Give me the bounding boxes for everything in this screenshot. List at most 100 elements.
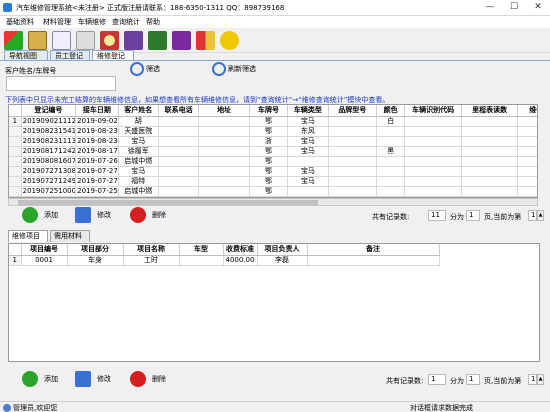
users-icon[interactable] [4, 31, 23, 50]
column-header[interactable]: 地址 [198, 105, 250, 117]
table-cell[interactable]: 车身 [67, 255, 124, 266]
table-cell[interactable] [461, 166, 519, 177]
table-cell[interactable] [376, 136, 406, 147]
column-header[interactable]: 项目负责人 [257, 244, 308, 256]
row-indicator[interactable] [9, 166, 22, 177]
table-cell[interactable] [287, 156, 329, 167]
row-indicator[interactable] [9, 146, 22, 157]
tab-required-materials[interactable]: 需用材料 [50, 230, 90, 242]
table-cell[interactable] [404, 176, 462, 187]
table-cell[interactable]: 2019-08-23 [75, 136, 119, 147]
tab-repair-items[interactable]: 维修项目 [8, 230, 48, 242]
table-cell[interactable] [179, 255, 224, 266]
edit-button[interactable]: 修改 [75, 207, 111, 223]
table-cell[interactable]: 4000.00 [223, 255, 258, 266]
row-indicator[interactable]: 1 [9, 116, 22, 127]
table-cell[interactable]: 2019-07-25 [75, 186, 119, 197]
table-cell[interactable]: 徐履军 [118, 146, 159, 157]
table-cell[interactable] [461, 136, 519, 147]
table-cell[interactable] [198, 146, 250, 157]
table-row[interactable]: 2019082311133052019-08-23宝马浙宝马 [9, 136, 537, 147]
scrollbar-thumb[interactable] [18, 200, 318, 205]
table-cell[interactable] [198, 156, 250, 167]
table-cell[interactable]: 2019-07-26 [75, 156, 119, 167]
table-cell[interactable] [376, 186, 406, 197]
notebook-icon[interactable] [28, 31, 47, 50]
table-cell[interactable] [517, 186, 537, 197]
table-cell[interactable]: 宝马 [287, 116, 329, 127]
sub-page-spinner[interactable]: ▲ [537, 374, 544, 385]
table-cell[interactable]: 宝马 [287, 136, 329, 147]
table-cell[interactable] [198, 166, 250, 177]
row-indicator[interactable] [9, 136, 22, 147]
column-header[interactable]: 车型 [179, 244, 224, 256]
table-cell[interactable]: 201908231113305 [21, 136, 77, 147]
table-cell[interactable]: 201907251000640 [21, 186, 77, 197]
column-header[interactable]: 车辆识别代码 [404, 105, 462, 117]
horizontal-scrollbar[interactable] [8, 198, 538, 206]
table-cell[interactable]: 黑 [376, 146, 406, 157]
delete-item-button[interactable]: 删除 [130, 371, 166, 387]
column-header[interactable]: 颜色 [376, 105, 406, 117]
table-cell[interactable] [517, 116, 537, 127]
table-cell[interactable] [461, 126, 519, 137]
table-cell[interactable] [404, 126, 462, 137]
table-cell[interactable]: 2019-08-17 [75, 146, 119, 157]
column-header[interactable]: 联系电话 [158, 105, 200, 117]
table-cell[interactable] [517, 146, 537, 157]
table-cell[interactable]: 2019-08-23 [75, 126, 119, 137]
table-row[interactable]: 2019072510006402019-07-25启城中燃 鄂 [9, 186, 537, 197]
table-cell[interactable]: 东风 [287, 126, 329, 137]
table-cell[interactable]: 201908231541187 [21, 126, 77, 137]
calculator-icon[interactable] [148, 31, 167, 50]
table-cell[interactable]: 201909021112742 [21, 116, 77, 127]
table-cell[interactable] [158, 166, 200, 177]
table-cell[interactable]: 浙 [249, 136, 289, 147]
table-cell[interactable] [404, 116, 462, 127]
add-item-button[interactable]: 添加 [22, 371, 58, 387]
column-header[interactable]: 车辆类型 [287, 105, 329, 117]
table-cell[interactable] [328, 116, 378, 127]
vehicle-icon[interactable] [76, 31, 95, 50]
row-indicator[interactable] [9, 186, 22, 197]
row-indicator[interactable] [9, 156, 22, 167]
row-indicator[interactable]: 1 [9, 255, 22, 266]
table-cell[interactable] [328, 166, 378, 177]
table-cell[interactable] [404, 136, 462, 147]
table-cell[interactable]: 鄂 [249, 116, 289, 127]
table-cell[interactable]: 李磊 [257, 255, 308, 266]
table-cell[interactable] [461, 146, 519, 157]
column-header[interactable] [9, 105, 22, 117]
table-cell[interactable]: 天盛医院 [118, 126, 159, 137]
table-cell[interactable]: 启城中燃 [118, 186, 159, 197]
table-row[interactable]: 1 0001 车身 工时 4000.00 李磊 [9, 255, 440, 266]
table-cell[interactable] [404, 166, 462, 177]
table-cell[interactable]: 宝马 [287, 176, 329, 187]
table-cell[interactable] [461, 156, 519, 167]
table-cell[interactable] [376, 156, 406, 167]
table-cell[interactable] [198, 126, 250, 137]
umbrella-icon[interactable] [100, 31, 119, 50]
table-cell[interactable] [198, 186, 250, 197]
column-header[interactable]: 维修类别 [517, 105, 537, 117]
table-cell[interactable]: 鄂 [249, 126, 289, 137]
table-cell[interactable] [404, 186, 462, 197]
column-header[interactable]: 项目部分 [67, 244, 124, 256]
gift-icon[interactable] [196, 31, 215, 50]
column-header[interactable]: 客户姓名 [118, 105, 159, 117]
table-cell[interactable] [461, 186, 519, 197]
table-cell[interactable]: 201907271249270 [21, 176, 77, 187]
table-cell[interactable] [376, 166, 406, 177]
table-cell[interactable] [158, 116, 200, 127]
table-cell[interactable]: 鄂 [249, 176, 289, 187]
filter-button[interactable]: 筛选 [130, 59, 160, 79]
table-cell[interactable] [328, 156, 378, 167]
table-row[interactable]: 2019080816071742019-07-26启城中燃 鄂 [9, 156, 537, 167]
table-cell[interactable] [198, 116, 250, 127]
customer-plate-search-input[interactable] [6, 76, 116, 91]
table-cell[interactable] [517, 176, 537, 187]
row-indicator[interactable] [9, 126, 22, 137]
column-header[interactable]: 车牌号 [249, 105, 289, 117]
page-spinner[interactable]: ▲ [537, 210, 544, 221]
table-cell[interactable]: 2019-07-27 [75, 176, 119, 187]
